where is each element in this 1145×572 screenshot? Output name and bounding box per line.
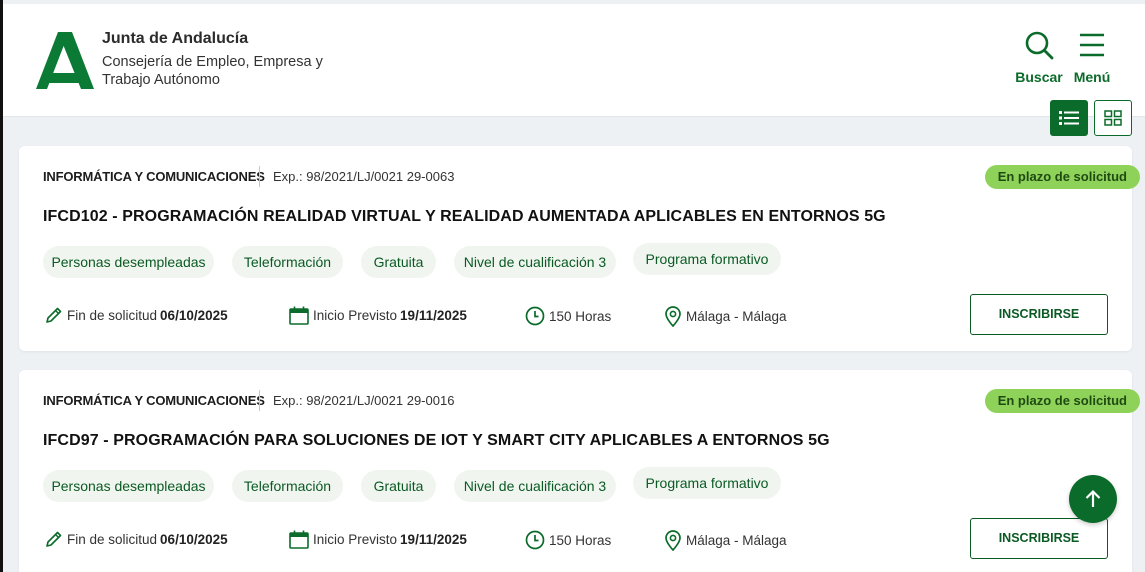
deadline-date: 06/10/2025: [160, 307, 228, 323]
calendar-icon: [289, 306, 309, 325]
location-info: Málaga - Málaga: [664, 306, 787, 327]
calendar-icon: [289, 530, 309, 549]
start-label: Inicio Previsto: [313, 308, 398, 323]
search-icon: [1025, 31, 1054, 60]
pencil-icon: [46, 307, 62, 323]
tag-modality: Teleformación: [232, 246, 343, 278]
start-date: 19/11/2025: [400, 532, 467, 547]
tag-price: Gratuita: [361, 470, 436, 502]
tag-price: Gratuita: [361, 246, 436, 278]
location-info: Málaga - Málaga: [664, 530, 787, 551]
search-label: Buscar: [1015, 69, 1063, 85]
start-date: 19/11/2025: [400, 308, 467, 323]
tag-program: Programa formativo: [633, 243, 781, 275]
course-expediente: Exp.: 98/2021/LJ/0021 29-0016: [273, 393, 455, 408]
status-badge: En plazo de solicitud: [984, 389, 1140, 413]
course-hours: 150 Horas: [549, 532, 612, 548]
deadline-date: 06/10/2025: [160, 531, 228, 547]
deadline-label: Fin de solicitud: [67, 307, 158, 323]
enroll-button[interactable]: INSCRIBIRSE: [970, 294, 1108, 335]
window-edge: [0, 0, 3, 572]
start-info: Inicio Previsto 19/11/2025: [289, 530, 467, 549]
back-to-top-button[interactable]: [1069, 475, 1117, 523]
list-view-icon: [1059, 111, 1079, 125]
tag-program: Programa formativo: [633, 467, 781, 499]
course-expediente: Exp.: 98/2021/LJ/0021 29-0063: [273, 169, 455, 184]
course-category: INFORMÁTICA Y COMUNICACIONES: [43, 169, 265, 184]
hamburger-menu-icon: [1080, 33, 1104, 57]
menu-button[interactable]: Menú: [1071, 30, 1113, 85]
course-title[interactable]: IFCD97 - PROGRAMACIÓN PARA SOLUCIONES DE…: [43, 432, 830, 450]
hours-info: 150 Horas: [525, 306, 611, 326]
start-label: Inicio Previsto: [313, 532, 398, 547]
tag-level: Nivel de cualificación 3: [454, 470, 616, 502]
brand-subtitle: Consejería de Empleo, Empresa y Trabajo …: [102, 54, 323, 88]
tag-level: Nivel de cualificación 3: [454, 246, 616, 278]
page: Junta de Andalucía Consejería de Empleo,…: [0, 0, 1145, 572]
search-button[interactable]: Buscar: [1013, 30, 1065, 85]
course-card[interactable]: INFORMÁTICA Y COMUNICACIONES Exp.: 98/20…: [19, 370, 1140, 572]
list-view-button[interactable]: [1050, 100, 1088, 136]
tag-audience: Personas desempleadas: [43, 246, 214, 278]
course-card[interactable]: INFORMÁTICA Y COMUNICACIONES Exp.: 98/20…: [19, 146, 1140, 351]
divider: [259, 166, 260, 187]
pencil-icon: [46, 531, 62, 547]
course-category: INFORMÁTICA Y COMUNICACIONES: [43, 393, 265, 408]
deadline-info: Fin de solicitud 06/10/2025: [45, 530, 228, 548]
clock-icon: [525, 530, 545, 550]
status-badge: En plazo de solicitud: [984, 165, 1140, 189]
divider: [259, 390, 260, 411]
location-pin-icon: [665, 530, 681, 551]
start-info: Inicio Previsto 19/11/2025: [289, 306, 467, 325]
brand-title: Junta de Andalucía: [102, 30, 249, 47]
junta-logo-icon[interactable]: [36, 32, 94, 89]
tag-modality: Teleformación: [232, 470, 343, 502]
course-hours: 150 Horas: [549, 308, 612, 324]
deadline-info: Fin de solicitud 06/10/2025: [45, 306, 228, 324]
course-location: Málaga - Málaga: [686, 533, 787, 548]
enroll-button[interactable]: INSCRIBIRSE: [970, 518, 1108, 559]
course-location: Málaga - Málaga: [686, 309, 787, 324]
arrow-up-icon: [1085, 489, 1101, 507]
hours-info: 150 Horas: [525, 530, 611, 550]
course-title[interactable]: IFCD102 - PROGRAMACIÓN REALIDAD VIRTUAL …: [43, 208, 886, 226]
grid-view-icon: [1104, 110, 1122, 126]
location-pin-icon: [665, 306, 681, 327]
menu-label: Menú: [1073, 69, 1111, 85]
deadline-label: Fin de solicitud: [67, 531, 158, 547]
tag-audience: Personas desempleadas: [43, 470, 214, 502]
clock-icon: [525, 306, 545, 326]
grid-view-button[interactable]: [1094, 100, 1132, 136]
site-header: Junta de Andalucía Consejería de Empleo,…: [3, 4, 1145, 117]
